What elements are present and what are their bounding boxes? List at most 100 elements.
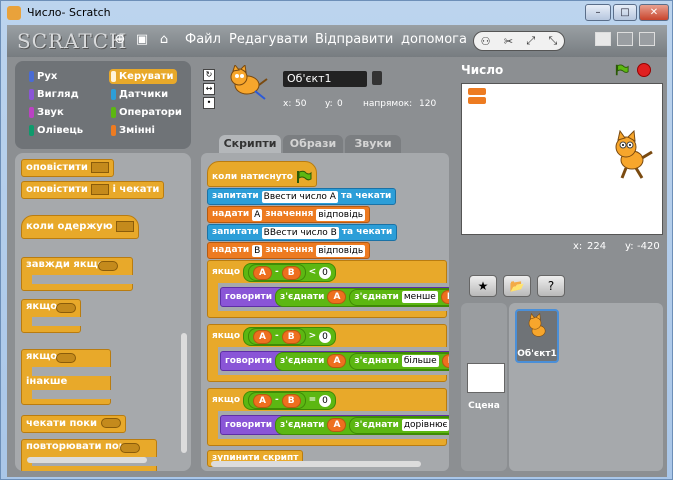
number-input[interactable]: 0 <box>319 330 331 343</box>
variable-b[interactable]: B <box>441 354 449 368</box>
set-variable-block-2[interactable]: надати Bзначення відповідь <box>207 242 371 259</box>
cat-sprite-icon[interactable] <box>608 130 654 180</box>
stage-canvas[interactable] <box>461 83 663 235</box>
compare-operator[interactable]: A - B >0 <box>243 327 336 346</box>
flip-left-right-icon[interactable]: ↔ <box>203 83 215 95</box>
condition-slot[interactable] <box>98 261 118 271</box>
variable-a[interactable]: A <box>253 265 272 280</box>
category-pen[interactable]: Олівець <box>27 123 91 138</box>
answer-reporter[interactable]: відповідь <box>316 208 366 221</box>
sprite-name-field[interactable]: Об'єкт1 <box>283 71 367 87</box>
variable-a[interactable]: A <box>253 329 272 344</box>
variable-a[interactable]: A <box>327 354 347 368</box>
forever-if-block[interactable]: завжди якщо <box>21 257 133 291</box>
category-sound[interactable]: Звук <box>27 105 91 120</box>
choose-sprite-file-icon[interactable]: 📂 <box>503 275 531 297</box>
message-dropdown[interactable] <box>90 161 109 173</box>
variable-a[interactable]: A <box>253 393 272 408</box>
when-flag-clicked-block[interactable]: коли натиснуто <box>207 161 317 187</box>
if-else-block[interactable]: якщо інакше <box>21 349 111 405</box>
ask-block-1[interactable]: запитати Ввести число Ата чекати <box>207 188 397 205</box>
compare-operator[interactable]: A - B <0 <box>243 263 336 282</box>
subtract-operator[interactable]: A-B <box>248 264 306 281</box>
subtract-operator[interactable]: A-B <box>248 392 306 409</box>
wait-until-block[interactable]: чекати поки <box>21 415 127 433</box>
if-block-greater[interactable]: якщо A - B >0 говорити з'єднати Aз'єднати біл… <box>207 324 449 382</box>
message-dropdown[interactable] <box>115 220 134 232</box>
join-text-input[interactable]: дорівнює <box>401 419 449 431</box>
condition-slot[interactable] <box>101 418 122 428</box>
category-control[interactable]: Керувати <box>109 69 177 84</box>
stop-button[interactable] <box>637 63 651 77</box>
number-input[interactable]: 0 <box>319 266 331 279</box>
menu-share[interactable]: Відправити <box>315 32 393 47</box>
join-operator-inner[interactable]: з'єднатидорівнюєB <box>349 416 449 434</box>
category-looks[interactable]: Вигляд <box>27 87 91 102</box>
if-block[interactable]: якщо <box>21 299 81 333</box>
no-rotate-icon[interactable]: • <box>203 97 215 109</box>
when-receive-block[interactable]: коли одержую <box>21 215 139 239</box>
say-block[interactable]: говорити з'єднатиAз'єднатименшеB <box>220 287 449 307</box>
category-sensing[interactable]: Датчики <box>109 87 177 102</box>
palette-horizontal-scrollbar[interactable] <box>27 457 147 463</box>
variable-a[interactable]: A <box>327 418 347 432</box>
lock-icon[interactable] <box>372 71 382 85</box>
join-operator-inner[interactable]: з'єднатибільшеB <box>349 352 449 370</box>
sprite-thumbnail-selected[interactable]: Об'єкт1 <box>515 309 559 363</box>
close-button[interactable]: ✕ <box>639 4 669 21</box>
minimize-button[interactable]: – <box>585 4 611 21</box>
menu-edit[interactable]: Редагувати <box>229 32 308 47</box>
green-flag-button[interactable] <box>615 63 629 77</box>
broadcast-wait-block[interactable]: оповістити і чекати <box>21 181 165 199</box>
condition-slot[interactable] <box>120 443 140 453</box>
duplicate-tool-icon[interactable]: ⚇ <box>481 35 491 48</box>
join-operator-inner[interactable]: з'єднатименшеB <box>349 288 449 306</box>
grow-tool-icon[interactable]: ⤢ <box>526 34 535 48</box>
if-block-less[interactable]: якщо A - B <0 говорити з'єднати Aз'єднати мен… <box>207 260 449 318</box>
category-motion[interactable]: Рух <box>27 69 91 84</box>
variable-b[interactable]: B <box>281 393 301 408</box>
tab-scripts[interactable]: Скрипти <box>219 135 281 153</box>
palette-vertical-scrollbar[interactable] <box>181 333 187 453</box>
category-operators[interactable]: Оператори <box>109 105 182 120</box>
compare-operator[interactable]: A - B = 0 <box>243 391 336 410</box>
menu-file[interactable]: Файл <box>185 32 221 47</box>
cut-tool-icon[interactable]: ✂ <box>504 35 513 48</box>
condition-slot[interactable] <box>56 303 76 313</box>
join-operator[interactable]: з'єднатиAз'єднатибільшеB <box>275 351 449 371</box>
variable-a[interactable]: A <box>327 290 347 304</box>
repeat-until-block[interactable]: повторювати поки <box>21 439 157 471</box>
layout-normal-icon[interactable] <box>617 32 633 46</box>
tab-costumes[interactable]: Образи <box>283 135 343 153</box>
ask-text-input[interactable]: ВВести число В <box>261 226 339 239</box>
share-icon[interactable]: ⌂ <box>157 33 171 47</box>
tab-sounds[interactable]: Звуки <box>345 135 401 153</box>
surprise-sprite-icon[interactable]: ? <box>537 275 565 297</box>
join-operator[interactable]: з'єднатиAз'єднатименшеB <box>275 287 449 307</box>
join-text-input[interactable]: більше <box>401 355 439 367</box>
variable-b[interactable]: B <box>281 265 301 280</box>
if-block-equal[interactable]: якщо A - B = 0 говорити з'єднати Aз'єднати дор… <box>207 388 449 446</box>
ask-block-2[interactable]: запитати ВВести число Вта чекати <box>207 224 398 241</box>
set-variable-block-1[interactable]: надати Aзначення відповідь <box>207 206 371 223</box>
presentation-mode-icon[interactable] <box>639 32 655 46</box>
number-input[interactable]: 0 <box>319 394 331 407</box>
answer-reporter[interactable]: відповідь <box>316 244 366 257</box>
ask-text-input[interactable]: Ввести число А <box>261 190 338 203</box>
layout-small-stage-icon[interactable] <box>595 32 611 46</box>
maximize-button[interactable]: □ <box>613 4 637 21</box>
paint-new-sprite-icon[interactable]: ★ <box>469 275 497 297</box>
join-text-input[interactable]: менше <box>401 291 438 303</box>
condition-slot[interactable] <box>56 353 76 363</box>
variable-dropdown[interactable]: B <box>252 244 263 257</box>
rotate-freely-icon[interactable]: ↻ <box>203 69 215 81</box>
subtract-operator[interactable]: A-B <box>248 328 306 345</box>
broadcast-block[interactable]: оповістити <box>21 159 114 177</box>
save-icon[interactable]: ▣ <box>135 33 149 47</box>
stage-thumbnail[interactable] <box>467 363 505 393</box>
say-block[interactable]: говорити з'єднатиAз'єднатидорівнюєB <box>220 415 449 435</box>
scripts-horizontal-scrollbar[interactable] <box>211 461 421 467</box>
message-dropdown[interactable] <box>90 183 109 195</box>
category-variables[interactable]: Змінні <box>109 123 177 138</box>
variable-b[interactable]: B <box>281 329 301 344</box>
